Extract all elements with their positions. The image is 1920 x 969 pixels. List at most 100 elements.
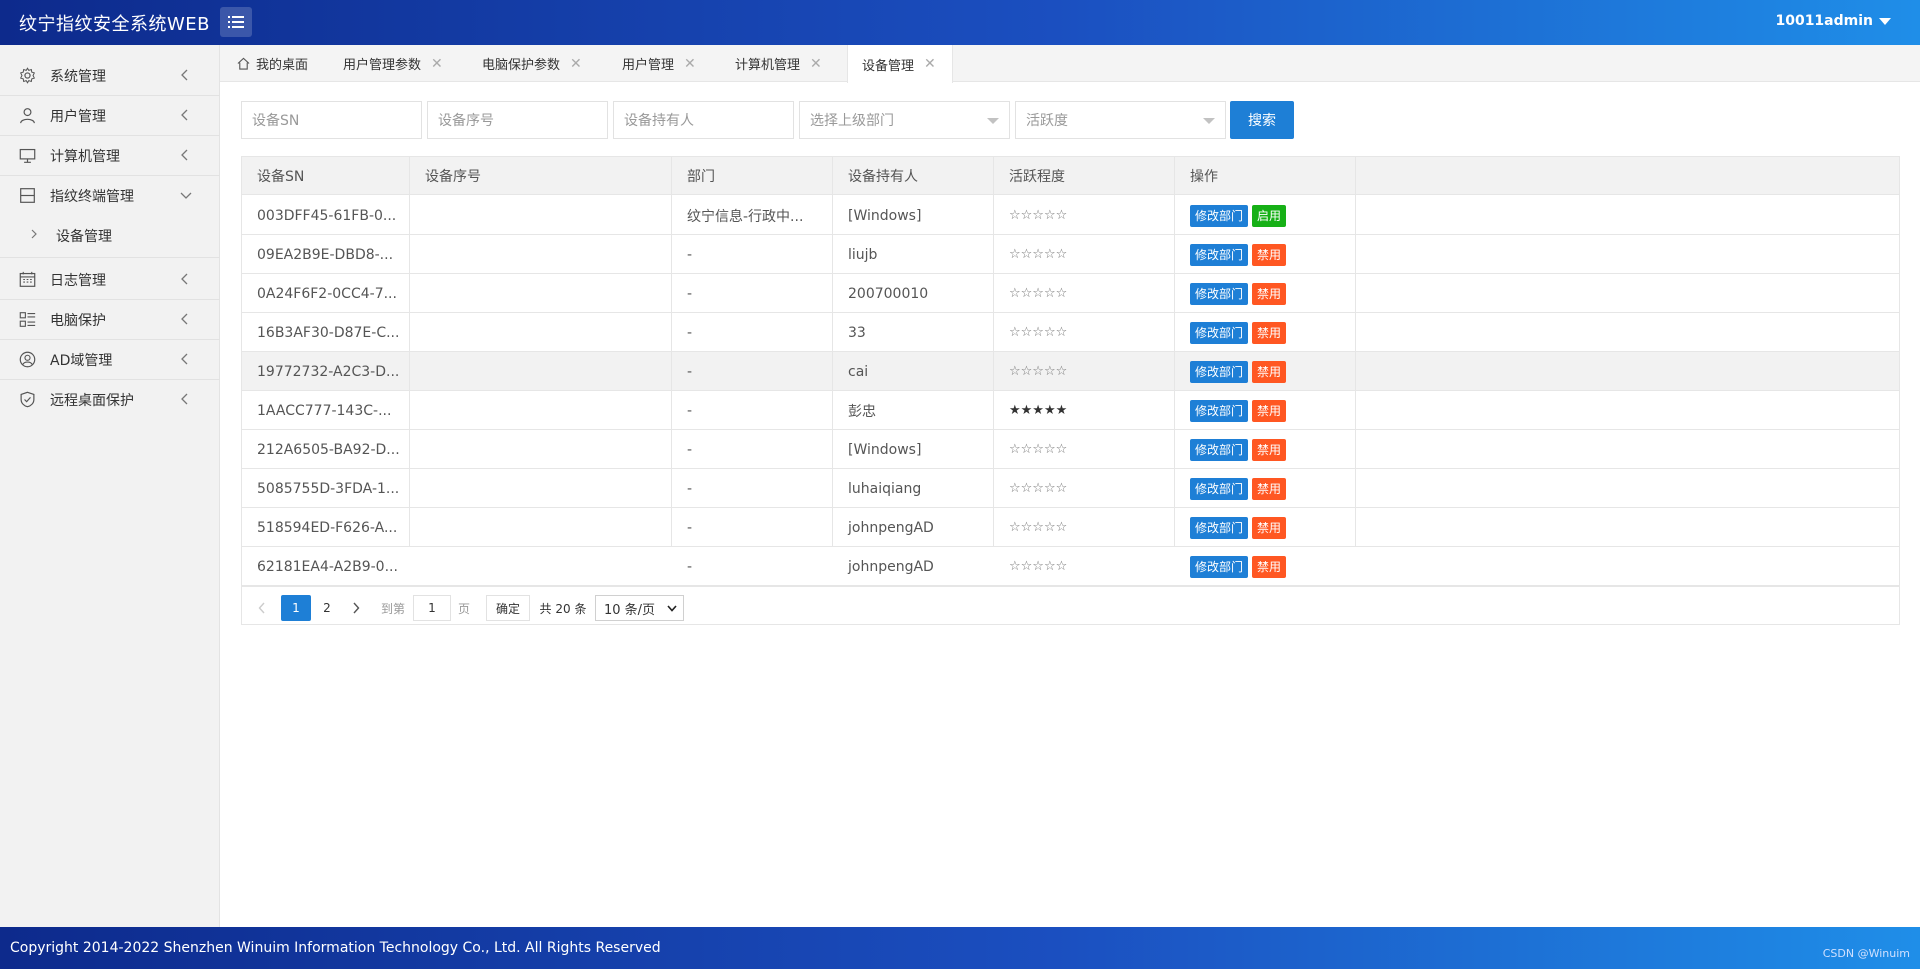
dept-cell: - xyxy=(687,558,693,575)
owner-input[interactable]: 设备持有人 xyxy=(613,101,794,139)
star-rating: ☆☆☆☆☆ xyxy=(1009,559,1068,574)
goto-label: 到第 xyxy=(380,601,405,616)
page-2-button[interactable]: 2 xyxy=(312,595,342,621)
dept-placeholder: 选择上级部门 xyxy=(810,113,894,129)
edit-department-button[interactable]: 修改部门 xyxy=(1190,399,1249,422)
sidebar-item-ad-domain[interactable]: AD域管理 xyxy=(0,339,220,379)
column-header: 设备持有人 xyxy=(848,169,918,185)
tab-user-management[interactable]: 用户管理 ✕ xyxy=(622,45,696,82)
disable-button[interactable]: 禁用 xyxy=(1252,360,1287,383)
serial-cell xyxy=(410,547,671,586)
goto-page-input[interactable]: 1 xyxy=(413,595,451,621)
tab-my-desktop[interactable]: 我的桌面 xyxy=(237,45,308,82)
star-rating: ☆☆☆☆☆ xyxy=(1009,286,1068,301)
search-button[interactable]: 搜索 xyxy=(1230,101,1294,139)
chevron-right-icon xyxy=(31,229,37,239)
sidebar-subitem-device-management[interactable]: 设备管理 xyxy=(0,215,220,255)
disable-button[interactable]: 禁用 xyxy=(1252,516,1287,539)
user-menu[interactable]: 10011admin xyxy=(1775,13,1891,29)
total-count: 共 20 条 xyxy=(539,601,587,616)
hamburger-icon xyxy=(228,16,244,28)
chevron-left-icon xyxy=(181,353,188,365)
disable-button[interactable]: 禁用 xyxy=(1252,243,1287,266)
table-row: 5085755D-3FDA-1... - luhaiqiang ☆☆☆☆☆ 修改部门 禁用 xyxy=(242,469,1899,508)
page-1-button[interactable]: 1 xyxy=(281,595,311,621)
terminal-icon xyxy=(20,188,35,203)
pagination: 1 2 到第 1 页 确定 共 20 条 10 条/页 xyxy=(242,586,1899,625)
chevron-left-icon xyxy=(181,109,188,121)
sn-placeholder: 设备SN xyxy=(252,113,300,129)
owner-cell: [Windows] xyxy=(848,441,922,458)
dept-cell: - xyxy=(687,402,693,419)
sidebar-item-label: AD域管理 xyxy=(50,353,113,369)
edit-department-button[interactable]: 修改部门 xyxy=(1190,477,1249,500)
dept-cell: - xyxy=(687,324,693,341)
sidebar-item-label: 计算机管理 xyxy=(50,149,120,165)
actions-cell: 修改部门 禁用 xyxy=(1175,274,1355,313)
tab-pc-protection-params[interactable]: 电脑保护参数 ✕ xyxy=(482,45,582,82)
activity-stars: ☆☆☆☆☆ xyxy=(994,508,1174,547)
close-icon[interactable]: ✕ xyxy=(570,56,582,72)
activity-stars: ☆☆☆☆☆ xyxy=(994,196,1174,235)
actions-cell: 修改部门 禁用 xyxy=(1175,313,1355,352)
edit-department-button[interactable]: 修改部门 xyxy=(1190,282,1249,305)
table-row: 518594ED-F626-A... - johnpengAD ☆☆☆☆☆ 修改部门 禁用 xyxy=(242,508,1899,547)
enable-button[interactable]: 启用 xyxy=(1252,204,1287,227)
close-icon[interactable]: ✕ xyxy=(431,56,443,72)
disable-button[interactable]: 禁用 xyxy=(1252,282,1287,305)
close-icon[interactable]: ✕ xyxy=(810,56,822,72)
tab-user-params[interactable]: 用户管理参数 ✕ xyxy=(343,45,443,82)
tab-label: 计算机管理 xyxy=(735,58,801,73)
sn-cell: 212A6505-BA92-D... xyxy=(257,441,400,458)
chevron-left-icon xyxy=(181,273,188,285)
owner-cell: liujb xyxy=(848,246,878,263)
edit-department-button[interactable]: 修改部门 xyxy=(1190,516,1249,539)
close-icon[interactable]: ✕ xyxy=(684,56,696,72)
activity-stars: ★★★★★ xyxy=(994,391,1174,430)
sidebar-item-remote-desktop[interactable]: 远程桌面保护 xyxy=(0,379,220,419)
disable-button[interactable]: 禁用 xyxy=(1252,321,1287,344)
table-header: 设备SN 设备序号 部门 设备持有人 活跃程度 操作 xyxy=(242,157,1899,195)
app-title: 纹宁指纹安全系统WEB xyxy=(19,14,211,35)
chevron-right-icon xyxy=(353,602,360,614)
sn-input[interactable]: 设备SN xyxy=(241,101,422,139)
chevron-left-icon xyxy=(181,149,188,161)
sidebar-item-pc-protection[interactable]: 电脑保护 xyxy=(0,299,220,339)
sidebar-item-fingerprint-terminal[interactable]: 指纹终端管理 xyxy=(0,175,220,215)
dept-select[interactable]: 选择上级部门 xyxy=(799,101,1010,139)
serial-input[interactable]: 设备序号 xyxy=(427,101,608,139)
close-icon[interactable]: ✕ xyxy=(924,56,936,72)
sidebar-item-users[interactable]: 用户管理 xyxy=(0,95,220,135)
owner-cell: 33 xyxy=(848,324,866,341)
sidebar-item-logs[interactable]: 日志管理 xyxy=(0,259,220,299)
activity-stars: ☆☆☆☆☆ xyxy=(994,313,1174,352)
edit-department-button[interactable]: 修改部门 xyxy=(1190,360,1249,383)
user-icon xyxy=(20,108,35,124)
edit-department-button[interactable]: 修改部门 xyxy=(1190,438,1249,461)
sidebar-item-label: 远程桌面保护 xyxy=(50,393,134,409)
next-page-button[interactable] xyxy=(346,595,366,621)
sidebar-item-system[interactable]: 系统管理 xyxy=(0,55,220,95)
page-size-select[interactable]: 10 条/页 xyxy=(595,595,684,621)
goto-confirm-button[interactable]: 确定 xyxy=(486,595,530,621)
disable-button[interactable]: 禁用 xyxy=(1252,555,1287,578)
serial-cell xyxy=(410,430,671,469)
tab-computer-management[interactable]: 计算机管理 ✕ xyxy=(735,45,822,82)
edit-department-button[interactable]: 修改部门 xyxy=(1190,555,1249,578)
edit-department-button[interactable]: 修改部门 xyxy=(1190,204,1249,227)
edit-department-button[interactable]: 修改部门 xyxy=(1190,243,1249,266)
activity-select[interactable]: 活跃度 xyxy=(1015,101,1226,139)
sidebar-item-computers[interactable]: 计算机管理 xyxy=(0,135,220,175)
tab-device-management[interactable]: 设备管理 ✕ xyxy=(847,45,953,83)
disable-button[interactable]: 禁用 xyxy=(1252,399,1287,422)
menu-toggle-button[interactable] xyxy=(220,7,252,37)
disable-button[interactable]: 禁用 xyxy=(1252,438,1287,461)
column-header: 设备SN xyxy=(257,169,305,185)
prev-page-button[interactable] xyxy=(252,595,272,621)
disable-button[interactable]: 禁用 xyxy=(1252,477,1287,500)
column-header: 设备序号 xyxy=(425,169,481,185)
activity-stars: ☆☆☆☆☆ xyxy=(994,274,1174,313)
edit-department-button[interactable]: 修改部门 xyxy=(1190,321,1249,344)
sn-cell: 0A24F6F2-0CC4-7... xyxy=(257,285,397,302)
user-name: 10011admin xyxy=(1775,13,1873,29)
